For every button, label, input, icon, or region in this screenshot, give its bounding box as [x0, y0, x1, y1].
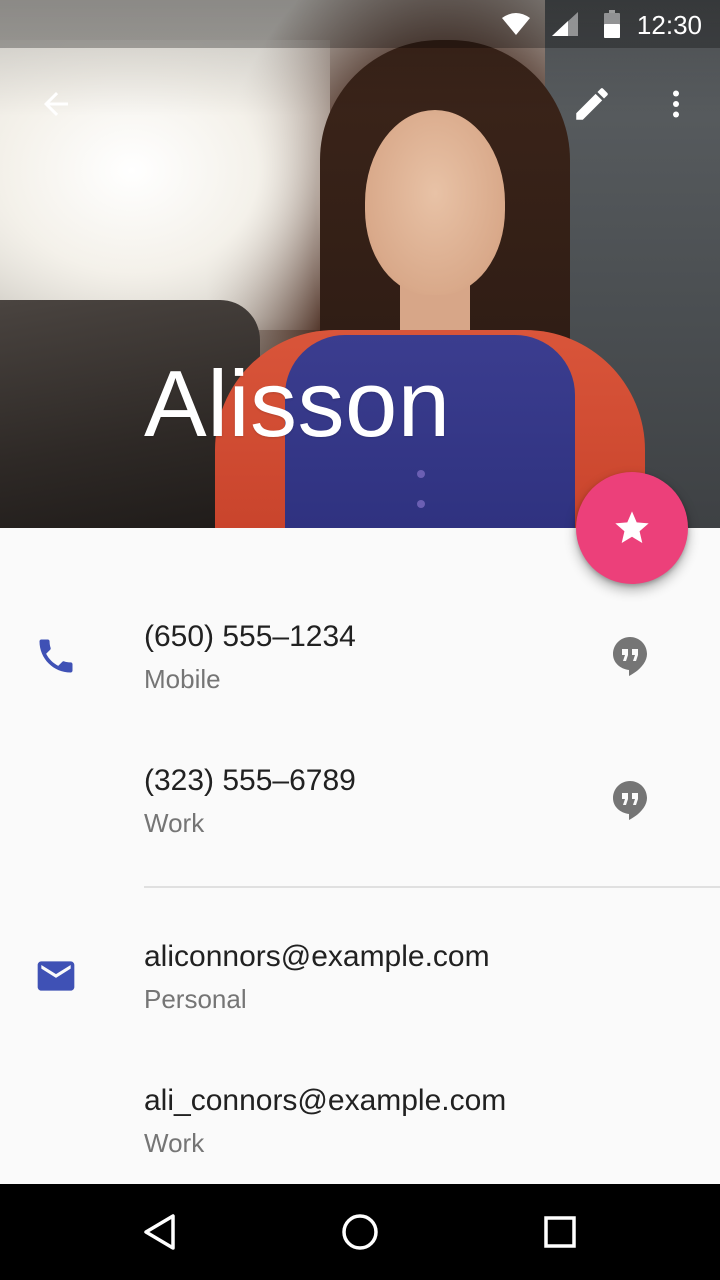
message-button[interactable]	[606, 776, 654, 824]
navigation-bar	[0, 1184, 720, 1280]
battery-icon	[604, 10, 620, 38]
message-button[interactable]	[606, 632, 654, 680]
hangouts-quote-icon	[613, 781, 647, 820]
star-icon	[615, 511, 649, 543]
status-time: 12:30	[636, 10, 702, 40]
email-icon	[37, 961, 75, 991]
phone-type: Work	[144, 808, 205, 838]
email-row-work[interactable]: ali_connors@example.com Work	[0, 1064, 720, 1204]
signal-icon	[552, 12, 578, 36]
hangouts-quote-icon	[613, 637, 647, 676]
wifi-icon	[502, 13, 530, 35]
triangle-back-icon	[144, 1214, 175, 1250]
nav-back-button[interactable]	[136, 1208, 184, 1256]
email-icon-wrap	[32, 952, 80, 1000]
favorite-button[interactable]	[576, 472, 688, 584]
phone-row-work[interactable]: (323) 555–6789 Work	[0, 744, 720, 884]
status-bar: 12:30	[0, 0, 720, 48]
phone-number: (323) 555–6789	[144, 764, 356, 797]
circle-home-icon	[342, 1214, 378, 1250]
back-button[interactable]	[32, 80, 80, 128]
nav-home-button[interactable]	[336, 1208, 384, 1256]
contact-name: Alisson	[144, 351, 451, 456]
nav-recents-button[interactable]	[536, 1208, 584, 1256]
pencil-icon	[576, 88, 608, 120]
phone-icon-wrap	[32, 632, 80, 680]
edit-button[interactable]	[568, 80, 616, 128]
more-vert-icon	[673, 90, 679, 118]
phone-type: Mobile	[144, 664, 221, 694]
email-type: Personal	[144, 984, 247, 1014]
phone-row-mobile[interactable]: (650) 555–1234 Mobile	[0, 600, 720, 740]
email-address: aliconnors@example.com	[144, 940, 490, 973]
divider	[144, 886, 720, 888]
more-options-button[interactable]	[652, 80, 700, 128]
phone-number: (650) 555–1234	[144, 620, 356, 653]
square-recents-icon	[544, 1216, 576, 1248]
email-type: Work	[144, 1128, 205, 1158]
arrow-back-icon	[44, 92, 68, 116]
phone-icon	[39, 639, 73, 673]
email-address: ali_connors@example.com	[144, 1084, 507, 1117]
email-row-personal[interactable]: aliconnors@example.com Personal	[0, 920, 720, 1060]
